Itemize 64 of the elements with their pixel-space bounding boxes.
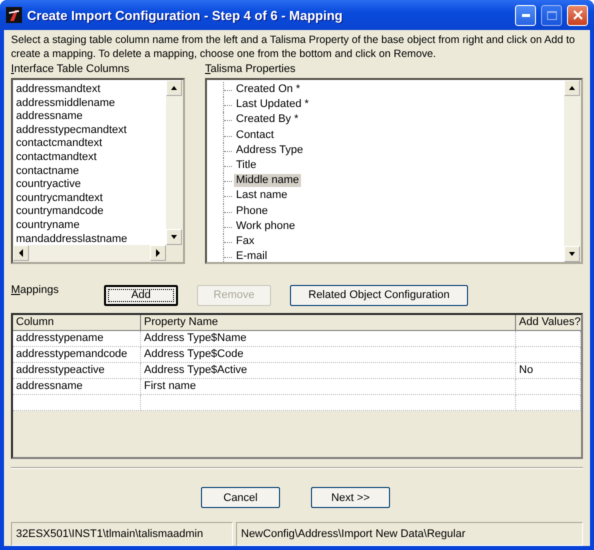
list-item[interactable]: countrycmandtext <box>16 192 163 206</box>
tree-label: Talisma Properties <box>205 63 296 75</box>
scroll-left-button[interactable] <box>13 245 29 261</box>
horizontal-scrollbar[interactable] <box>13 245 166 262</box>
instructions-text: Select a staging table column name from the left and a Talisma Property of the base object from right and click on Add to create a mapping. To delete a mapping, choose one from the bottom and click on Remove. <box>11 33 576 61</box>
list-item[interactable]: mandaddresslastname <box>16 232 163 245</box>
tree-item[interactable]: Address Type <box>234 144 306 157</box>
scroll-up-button[interactable] <box>166 80 182 96</box>
arrow-icon <box>568 251 576 257</box>
app-icon <box>6 7 22 23</box>
arrow-icon <box>18 249 24 257</box>
footer-button[interactable]: Next >> <box>311 487 390 508</box>
list-item[interactable]: countrymandcode <box>16 205 163 219</box>
tree-item[interactable]: Last Updated * <box>234 98 311 112</box>
mappings-label: Mappings <box>11 284 60 296</box>
list-item[interactable]: addressname <box>16 110 163 124</box>
list-item[interactable]: contactmandtext <box>16 150 163 165</box>
status-text: 32ESX501\INST1\tlmain\talismaadmin <box>11 522 233 546</box>
tree-item[interactable]: Last name <box>234 189 290 202</box>
arrow-icon <box>155 249 161 257</box>
scroll-down-button[interactable] <box>564 246 580 262</box>
scroll-down-button[interactable] <box>166 229 182 245</box>
list-item[interactable]: contactcmandtext <box>16 137 163 151</box>
list-item[interactable]: addresstypecmandtext <box>16 124 163 138</box>
tree-item[interactable]: Work phone <box>234 220 298 233</box>
vertical-scrollbar[interactable] <box>166 80 183 245</box>
vertical-scrollbar[interactable] <box>564 80 581 262</box>
minimize-button[interactable] <box>515 4 536 26</box>
close-icon <box>572 10 582 20</box>
column-header[interactable]: Column <box>13 315 141 331</box>
list-item[interactable]: countryname <box>16 218 163 233</box>
maximize-button[interactable] <box>541 4 562 26</box>
arrow-icon <box>568 85 576 91</box>
tree-item[interactable]: Contact <box>234 128 276 142</box>
arrow-icon <box>170 234 178 240</box>
arrow-icon <box>170 85 178 91</box>
action-button[interactable]: Related Object Configuration <box>290 284 468 306</box>
scrollbar-corner <box>166 245 183 262</box>
window-title: Create Import Configuration - Step 4 of 6 - Mapping <box>27 8 344 22</box>
tree-item[interactable]: Middle name <box>234 174 301 188</box>
column-header[interactable]: Add Values? <box>516 315 582 331</box>
scroll-right-button[interactable] <box>150 245 166 261</box>
list-item[interactable]: contactname <box>16 164 163 178</box>
status-text: NewConfig\Address\Import New Data\Regular <box>236 522 583 546</box>
list-item[interactable]: addressmandtext <box>16 83 163 97</box>
footer-button[interactable]: Cancel <box>201 487 280 508</box>
column-header[interactable]: Property Name <box>141 315 516 331</box>
list-label: Interface Table Columns <box>11 63 130 75</box>
tree-item[interactable]: E-mail <box>234 250 270 262</box>
tree-item[interactable]: Created On * <box>234 83 302 96</box>
tree-item[interactable]: Phone <box>234 204 270 218</box>
close-button[interactable] <box>567 4 588 26</box>
tree-item[interactable]: Fax <box>234 234 256 248</box>
scroll-up-button[interactable] <box>564 80 580 96</box>
columns-list[interactable]: addressmandtext addressmiddlename addressname addresstypecmandtext contactcmandtext contactmandtext contactname countryactive countrycmandtext countrymandcode countryname mandaddresslastname <box>11 78 185 264</box>
tree-item[interactable]: Created By * <box>234 113 300 126</box>
list-item[interactable]: addressmiddlename <box>16 96 163 110</box>
tree-item[interactable]: Title <box>234 159 258 172</box>
action-button[interactable]: Add <box>104 284 178 306</box>
table-cell <box>516 395 581 411</box>
properties-tree[interactable]: Created On * Last Updated * Created By * Contact Address Type Title Middle name Last name Phone Work phone Fax E-mail <box>205 78 583 264</box>
minimize-icon <box>522 14 530 16</box>
maximize-icon <box>546 10 556 20</box>
list-item[interactable]: countryactive <box>16 178 163 192</box>
